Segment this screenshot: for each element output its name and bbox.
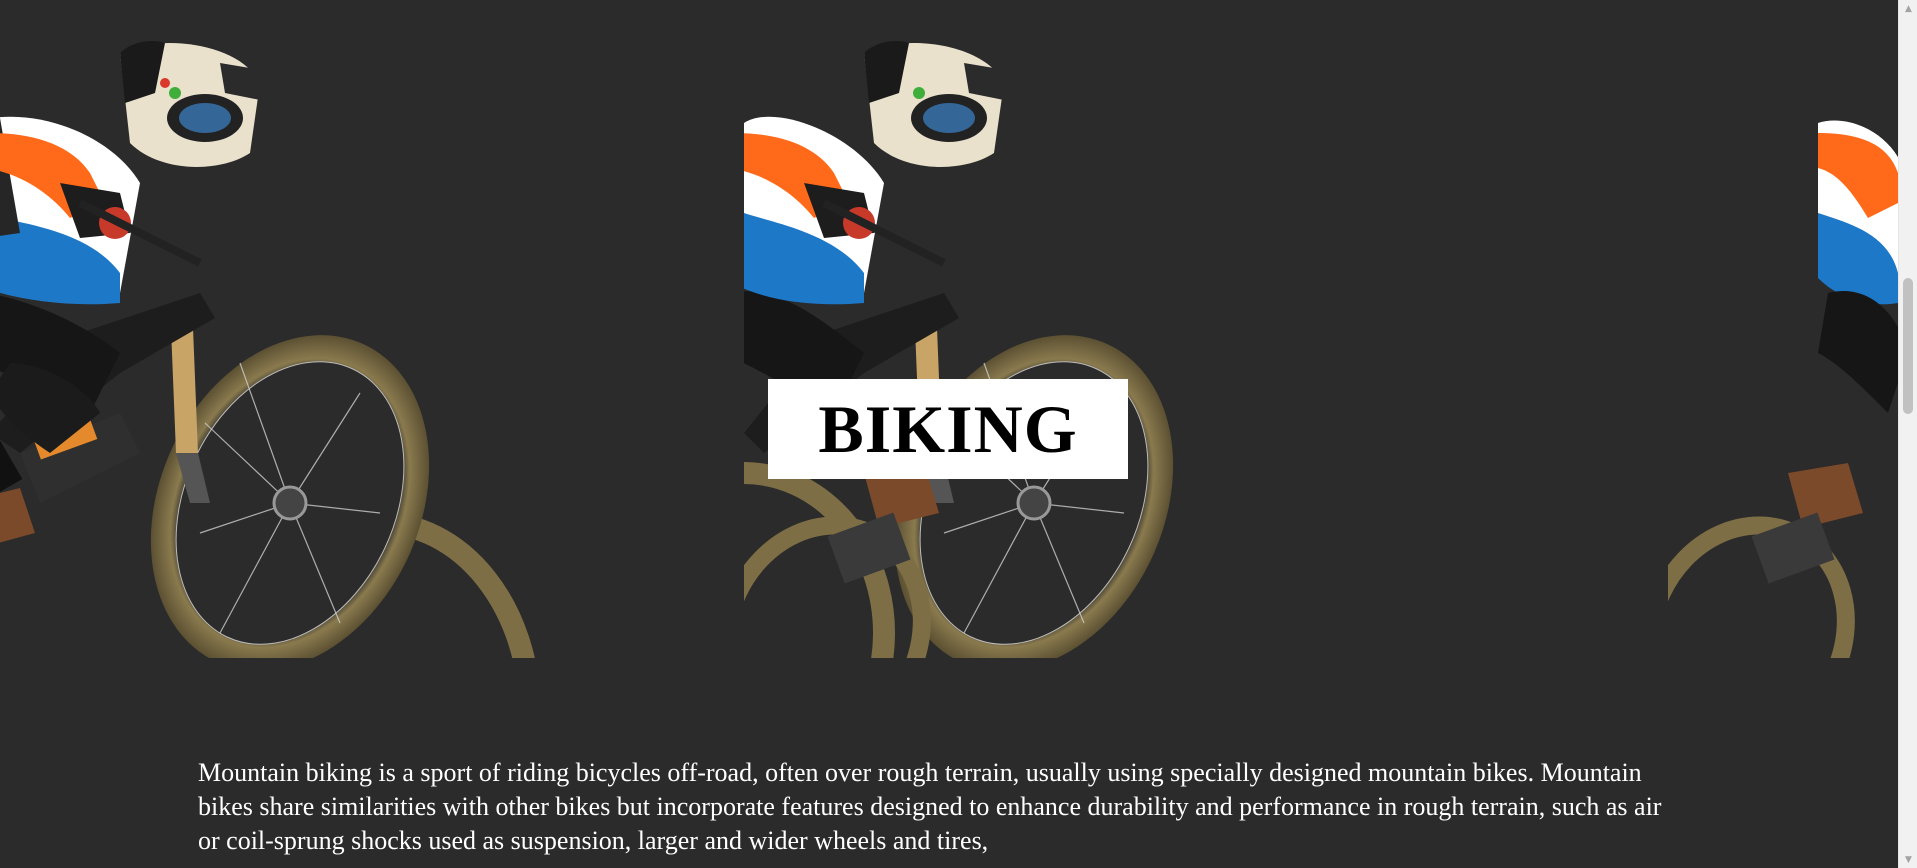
title-box: BIKING bbox=[768, 379, 1128, 479]
scroll-down-icon[interactable]: ▼ bbox=[1899, 851, 1917, 868]
content-section: Mountain biking is a sport of riding bic… bbox=[198, 756, 1678, 858]
page-title: BIKING bbox=[818, 390, 1078, 467]
intro-paragraph: Mountain biking is a sport of riding bic… bbox=[198, 758, 1662, 855]
rider-image bbox=[0, 33, 744, 658]
hero-banner: BIKING bbox=[0, 33, 1898, 658]
page: BIKING Mountain biking is a sport of rid… bbox=[0, 0, 1898, 868]
scroll-up-icon[interactable]: ▲ bbox=[1899, 0, 1917, 17]
vertical-scrollbar[interactable]: ▲ ▼ bbox=[1898, 0, 1917, 868]
scroll-thumb[interactable] bbox=[1903, 278, 1913, 414]
rider-image bbox=[1668, 33, 1898, 658]
rider-image bbox=[744, 33, 1668, 658]
